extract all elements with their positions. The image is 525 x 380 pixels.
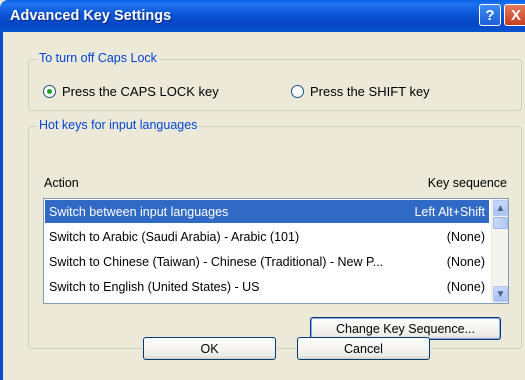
radio-shift-label: Press the SHIFT key [310,84,430,99]
list-item-action: Switch between input languages [49,204,229,219]
list-item-action: Switch to Arabic (Saudi Arabia) - Arabic… [49,229,300,244]
radio-shift-key[interactable]: Press the SHIFT key [291,84,430,99]
close-button[interactable]: X [504,4,525,26]
change-key-sequence-label: Change Key Sequence... [336,321,475,336]
list-item-action: Switch to Chinese (Taiwan) - Chinese (Tr… [49,254,384,269]
caps-lock-group: To turn off Caps Lock Press the CAPS LOC… [28,51,522,111]
radio-unchecked-icon [291,85,304,98]
scroll-thumb[interactable] [493,217,508,229]
scroll-up-button[interactable]: ▲ [493,200,508,216]
list-scrollbar[interactable]: ▲ ▼ [491,199,508,303]
list-item-sequence: (None) [446,254,485,269]
cancel-button[interactable]: Cancel [297,337,430,360]
column-header-key-sequence: Key sequence [427,176,507,190]
radio-checked-icon [43,85,56,98]
help-button[interactable]: ? [479,4,501,26]
list-item-action: Switch to English (United States) - US [49,279,260,294]
dialog-body: To turn off Caps Lock Press the CAPS LOC… [0,32,525,380]
list-item-sequence: (None) [446,279,485,294]
radio-caps-lock-key[interactable]: Press the CAPS LOCK key [43,84,219,99]
hot-keys-group-label: Hot keys for input languages [37,118,200,132]
list-item[interactable]: Switch to Arabic (Saudi Arabia) - Arabic… [45,225,489,248]
cancel-label: Cancel [344,341,383,356]
title-bar[interactable]: Advanced Key Settings ? X [0,0,525,32]
close-icon: X [510,6,521,24]
radio-caps-lock-label: Press the CAPS LOCK key [62,84,219,99]
list-item[interactable]: Switch between input languages Left Alt+… [45,200,489,223]
list-item-sequence: (None) [446,229,485,244]
column-header-action: Action [44,176,79,190]
chevron-down-icon: ▼ [495,288,506,300]
help-icon: ? [485,6,495,24]
list-item[interactable]: Switch to Chinese (Taiwan) - Chinese (Tr… [45,250,489,273]
scroll-down-button[interactable]: ▼ [493,286,508,302]
list-item-sequence: Left Alt+Shift [414,204,485,219]
ok-button[interactable]: OK [143,337,276,360]
window-title: Advanced Key Settings [10,8,172,24]
caps-lock-group-label: To turn off Caps Lock [37,51,159,65]
hot-keys-list[interactable]: Switch between input languages Left Alt+… [43,198,509,304]
ok-label: OK [200,341,219,356]
hot-keys-group: Hot keys for input languages Action Key … [28,118,522,349]
chevron-up-icon: ▲ [495,202,506,214]
list-item[interactable]: Switch to English (United States) - US (… [45,275,489,298]
